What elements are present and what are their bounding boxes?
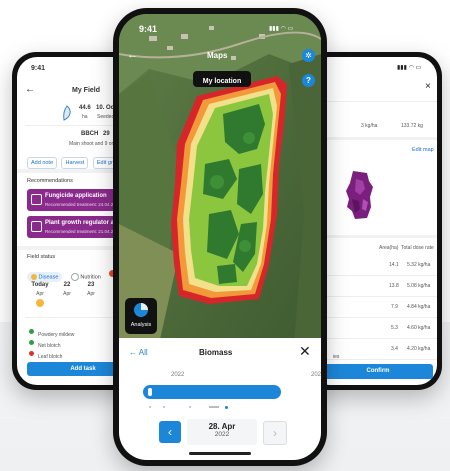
status-time: 9:41 [31,65,46,72]
list-item: Powdery mildew [29,323,74,338]
back-all-link[interactable]: ← All [129,348,148,357]
right-screen: ▮▮▮ ◠ ▭ × 3 kg/ha 133.72 kg Edit map Are… [309,57,437,385]
area-unit: ha [82,114,88,120]
center-phone: 9:41 ▮▮▮ ◠ ▭ ← Maps ✲ ? My location Anal… [113,8,327,466]
my-location-button[interactable]: My location [193,71,251,87]
recommendation-icon [31,221,42,232]
day-month: Apr [36,291,44,297]
analysis-label: Analysis [130,322,152,328]
satellite-map [119,14,321,344]
table-row: 7.9 4.84 kg/ha [309,297,437,318]
analysis-button[interactable]: Analysis [125,298,157,334]
nutrition-icon [70,272,79,281]
status-dot-icon [29,351,34,357]
bbch-value: 29 [103,131,110,137]
pie-chart-icon [134,303,148,317]
compass-icon[interactable]: ✲ [302,49,315,62]
bbch-label: BBCH [81,131,99,137]
confirm-button[interactable]: Confirm [323,364,433,379]
recommendation-title: Fungicide application [45,193,107,199]
panel-title: Biomass [199,348,233,357]
harvest-button[interactable]: Harvest [61,157,89,169]
timeline-handle[interactable] [148,388,152,396]
close-icon[interactable]: × [425,81,431,92]
day-22[interactable]: 22 Apr [59,282,75,297]
recommendation-sub: Recommended treatment: 24.04.2 [45,202,114,207]
date-day: 28. Apr [208,422,236,431]
status-time: 9:41 [139,24,158,34]
info-icon[interactable]: ? [302,74,315,87]
close-icon[interactable]: ✕ [299,343,311,360]
divider [309,101,437,102]
my-location-label: My location [202,78,242,85]
recommendation-sub: Recommended treatment: 21.04.2 [45,229,114,234]
disease-icon [31,273,37,280]
timeline-year-label-right: 202 [311,372,321,378]
disease-list: Powdery mildew Net blotch Leaf blotch [29,323,74,360]
status-tabs: Disease Nutrition [27,265,117,283]
timeline-ticks [149,404,289,410]
table-row: 5.3 4.60 kg/ha [309,318,437,339]
table-row: 13.8 5.08 kg/ha [309,276,437,297]
rate-total: 133.72 kg [401,123,423,129]
column-header-total: Total dose rate [401,245,434,251]
table-row: 14.1 5.32 kg/ha [309,255,437,276]
table-row: 3.4 4.20 kg/ha [309,339,437,360]
back-arrow-icon[interactable]: ← [25,84,35,95]
divider [309,137,437,140]
date-display: 28. Apr 2022 [187,419,257,445]
center-screen: 9:41 ▮▮▮ ◠ ▭ ← Maps ✲ ? My location Anal… [119,14,321,460]
list-item: Leaf blotch [29,345,74,360]
day-23[interactable]: 23 Apr [83,282,99,297]
field-shape-image [343,169,377,226]
field-status-title: Field status [27,254,56,260]
next-date-button[interactable]: › [263,421,287,445]
signal-icon: ▮▮▮ ◠ ▭ [397,65,422,71]
divider [309,235,437,238]
back-arrow-icon[interactable]: ← [127,49,138,61]
recommendation-title: Plant growth regulator appl [45,220,124,226]
recommendation-icon [31,194,42,205]
tab-nutrition[interactable]: Nutrition [67,271,105,283]
rate-value: 3 kg/ha [361,123,378,129]
timeline-year-label: 2022 [171,372,185,378]
field-title: My Field [72,87,101,94]
tab-disease[interactable]: Disease [27,271,63,282]
maps-title: Maps [207,51,228,60]
status-icons: ▮▮▮ ◠ ▭ [269,26,294,32]
leaf-icon [61,105,73,126]
recommendations-title: Recommendations [27,178,73,184]
area-value: 44.6 [79,105,91,111]
edit-map-link[interactable]: Edit map [412,147,434,153]
add-note-button[interactable]: Add note [27,157,58,169]
rate-table: 14.1 5.32 kg/ha 13.8 5.08 kg/ha 7.9 4.84… [309,255,437,360]
column-header-area: Area(ha) [379,245,399,251]
day-today[interactable]: Today Apr [29,282,51,307]
date-year: 2022 [214,431,230,438]
prev-date-button[interactable]: ‹ [159,421,181,443]
seed-date-label: Seeded [97,114,115,120]
biomass-panel: ← All Biomass ✕ 2022 202 ‹ 28. Apr 2022 [119,338,321,460]
timeline-track[interactable] [143,385,281,399]
disease-risk-icon [36,299,44,307]
footer-fragment: ies [333,354,340,360]
home-indicator [189,452,251,455]
back-arrow-icon: ← [129,348,137,357]
